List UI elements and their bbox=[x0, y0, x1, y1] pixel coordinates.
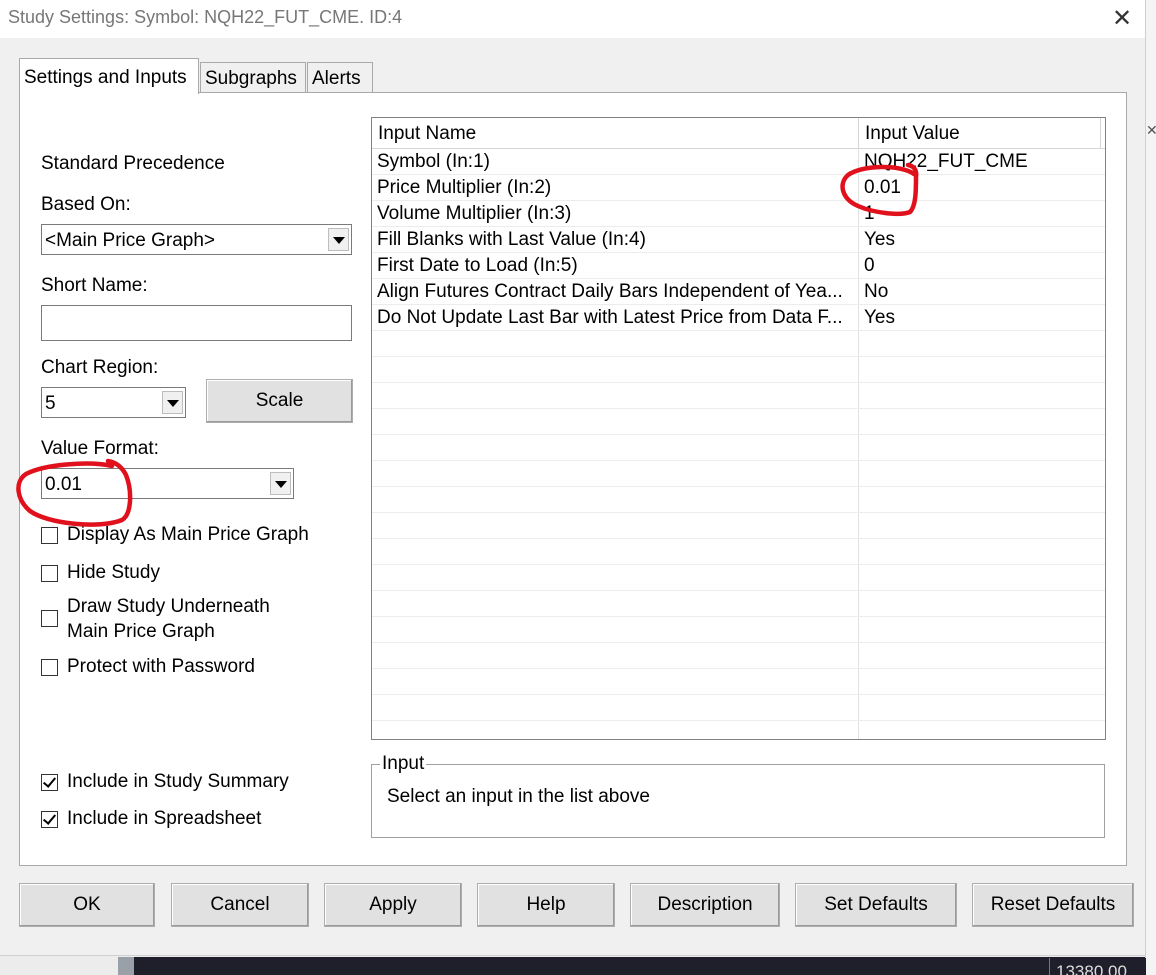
draw-underneath-label: Draw Study Underneath bbox=[67, 596, 270, 617]
protect-password-label: Protect with Password bbox=[67, 656, 255, 677]
input-value-cell[interactable]: Yes bbox=[864, 229, 1094, 251]
empty-row bbox=[372, 565, 1105, 591]
empty-row bbox=[372, 435, 1105, 461]
chevron-down-icon[interactable] bbox=[270, 472, 291, 495]
based-on-select[interactable]: <Main Price Graph> bbox=[41, 224, 352, 255]
close-icon[interactable]: ✕ bbox=[1106, 3, 1138, 33]
input-name-cell: Volume Multiplier (In:3) bbox=[377, 203, 572, 224]
empty-row bbox=[372, 461, 1105, 487]
empty-row bbox=[372, 513, 1105, 539]
hide-study-label: Hide Study bbox=[67, 562, 160, 583]
input-name-cell: First Date to Load (In:5) bbox=[377, 255, 578, 276]
apply-button[interactable]: Apply bbox=[324, 883, 462, 927]
display-as-main-label: Display As Main Price Graph bbox=[67, 524, 309, 545]
table-row[interactable]: Align Futures Contract Daily Bars Indepe… bbox=[372, 279, 1105, 305]
include-summary-label: Include in Study Summary bbox=[67, 771, 289, 792]
cancel-button[interactable]: Cancel bbox=[171, 883, 309, 927]
input-value-cell[interactable]: No bbox=[864, 281, 1094, 303]
tab-alerts[interactable]: Alerts bbox=[307, 62, 373, 92]
input-name-cell: Price Multiplier (In:2) bbox=[377, 177, 552, 198]
short-name-input[interactable] bbox=[41, 305, 352, 341]
based-on-label: Based On: bbox=[41, 194, 131, 215]
input-name-cell: Fill Blanks with Last Value (In:4) bbox=[377, 229, 646, 250]
table-row[interactable]: First Date to Load (In:5) 0 bbox=[372, 253, 1105, 279]
empty-row bbox=[372, 643, 1105, 669]
include-spreadsheet-label: Include in Spreadsheet bbox=[67, 808, 262, 829]
column-header-input-name[interactable]: Input Name bbox=[372, 118, 859, 148]
table-row[interactable]: Price Multiplier (In:2) 0.01 bbox=[372, 175, 1105, 201]
empty-row bbox=[372, 409, 1105, 435]
table-row[interactable]: Symbol (In:1) NQH22_FUT_CME bbox=[372, 149, 1105, 175]
input-value-cell[interactable]: NQH22_FUT_CME bbox=[864, 151, 1094, 173]
table-header: Input Name Input Value bbox=[372, 118, 1105, 149]
background-close-icon: ✕ bbox=[1146, 122, 1156, 138]
value-format-select[interactable]: 0.01 bbox=[41, 468, 294, 499]
draw-underneath-checkbox[interactable] bbox=[41, 610, 58, 627]
value-format-label: Value Format: bbox=[41, 438, 159, 459]
chevron-down-icon[interactable] bbox=[328, 228, 349, 251]
hide-study-checkbox[interactable] bbox=[41, 565, 58, 582]
empty-row bbox=[372, 331, 1105, 357]
ok-button[interactable]: OK bbox=[19, 883, 155, 927]
chart-region-select[interactable]: 5 bbox=[41, 387, 186, 418]
set-defaults-button[interactable]: Set Defaults bbox=[795, 883, 957, 927]
table-body: Symbol (In:1) NQH22_FUT_CME Price Multip… bbox=[372, 149, 1105, 739]
empty-row bbox=[372, 695, 1105, 721]
chart-region-label: Chart Region: bbox=[41, 357, 159, 378]
input-name-cell: Do Not Update Last Bar with Latest Price… bbox=[377, 307, 843, 328]
based-on-value: <Main Price Graph> bbox=[45, 230, 216, 251]
empty-row bbox=[372, 357, 1105, 383]
display-as-main-checkbox[interactable] bbox=[41, 527, 58, 544]
input-description-text: Select an input in the list above bbox=[387, 786, 651, 807]
input-value-cell[interactable]: 0.01 bbox=[864, 177, 1094, 199]
draw-underneath-label-line2: Main Price Graph bbox=[67, 621, 215, 642]
empty-row bbox=[372, 591, 1105, 617]
scale-button[interactable]: Scale bbox=[206, 379, 353, 423]
chart-region-value: 5 bbox=[45, 393, 56, 414]
chevron-down-icon[interactable] bbox=[162, 391, 183, 414]
reset-defaults-button[interactable]: Reset Defaults bbox=[972, 883, 1134, 927]
background-window-edge bbox=[1145, 0, 1156, 975]
empty-row bbox=[372, 721, 1105, 739]
background-chart-scrollbar bbox=[118, 957, 134, 975]
tab-subgraphs[interactable]: Subgraphs bbox=[200, 62, 306, 92]
input-value-cell[interactable]: Yes bbox=[864, 307, 1094, 329]
background-chart-area bbox=[118, 957, 1145, 975]
standard-precedence-label: Standard Precedence bbox=[41, 153, 225, 174]
input-name-cell: Align Futures Contract Daily Bars Indepe… bbox=[377, 281, 843, 302]
description-button[interactable]: Description bbox=[630, 883, 780, 927]
empty-row bbox=[372, 669, 1105, 695]
protect-password-checkbox[interactable] bbox=[41, 659, 58, 676]
background-price-label: 13380.00 bbox=[1049, 958, 1146, 975]
empty-row bbox=[372, 383, 1105, 409]
input-name-cell: Symbol (In:1) bbox=[377, 151, 490, 172]
empty-row bbox=[372, 487, 1105, 513]
empty-row bbox=[372, 617, 1105, 643]
window-title: Study Settings: Symbol: NQH22_FUT_CME. I… bbox=[8, 7, 403, 27]
input-group-legend: Input bbox=[380, 753, 427, 775]
short-name-label: Short Name: bbox=[41, 275, 148, 296]
empty-row bbox=[372, 539, 1105, 565]
help-button[interactable]: Help bbox=[477, 883, 615, 927]
table-row[interactable]: Volume Multiplier (In:3) 1 bbox=[372, 201, 1105, 227]
table-row[interactable]: Fill Blanks with Last Value (In:4) Yes bbox=[372, 227, 1105, 253]
value-format-value: 0.01 bbox=[45, 474, 82, 495]
input-value-cell[interactable]: 0 bbox=[864, 255, 1094, 277]
inputs-table: Input Name Input Value Symbol (In:1) NQH… bbox=[371, 117, 1106, 740]
table-row[interactable]: Do Not Update Last Bar with Latest Price… bbox=[372, 305, 1105, 331]
tab-settings-and-inputs[interactable]: Settings and Inputs bbox=[19, 58, 199, 94]
include-spreadsheet-checkbox[interactable] bbox=[41, 811, 58, 828]
include-summary-checkbox[interactable] bbox=[41, 774, 58, 791]
input-value-cell[interactable]: 1 bbox=[864, 203, 1094, 225]
column-header-input-value[interactable]: Input Value bbox=[859, 118, 1101, 148]
